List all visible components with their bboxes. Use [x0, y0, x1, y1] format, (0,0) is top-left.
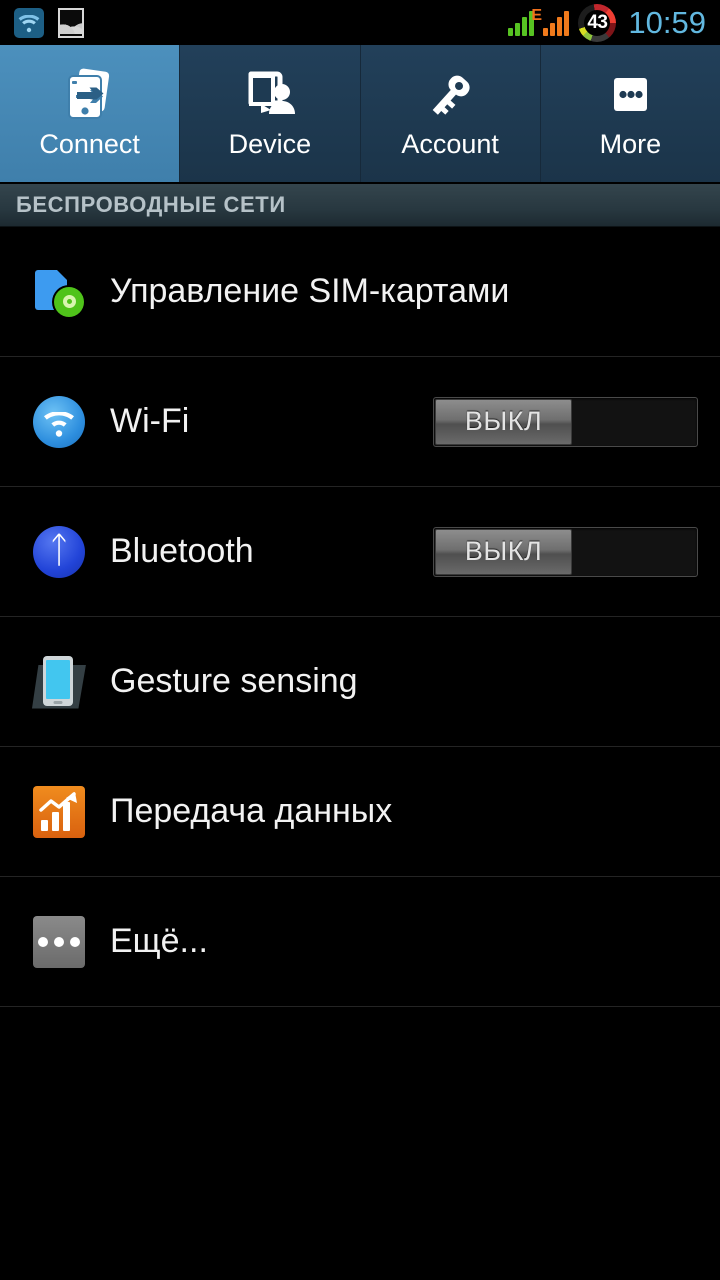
- battery-percent-label: 43: [587, 12, 608, 33]
- network-type-label: E: [531, 6, 543, 24]
- wifi-toggle-thumb[interactable]: ВЫКЛ: [435, 398, 572, 445]
- tab-label-connect: Connect: [39, 129, 140, 159]
- section-header-title: БЕСПРОВОДНЫЕ СЕТИ: [16, 192, 286, 217]
- key-icon: [421, 65, 479, 127]
- sim-management-icon: [33, 266, 85, 318]
- list-item-label: Bluetooth: [110, 531, 254, 570]
- wifi-toggle[interactable]: ВЫКЛ: [433, 396, 698, 447]
- signal-sim2-group: E: [531, 7, 570, 36]
- tab-account[interactable]: Account: [360, 45, 541, 182]
- status-bar-clock: 10:59: [628, 5, 706, 40]
- list-item-label: Gesture sensing: [110, 661, 358, 700]
- tab-label-more: More: [599, 129, 662, 159]
- settings-list: Управление SIM-картами Wi-Fi ВЫКЛ ᛏ Blue…: [0, 227, 720, 1007]
- list-item-wifi[interactable]: Wi-Fi ВЫКЛ: [0, 357, 720, 487]
- list-item-label: Wi-Fi: [110, 401, 190, 440]
- list-item-more[interactable]: Ещё...: [0, 877, 720, 1007]
- section-header-wireless: БЕСПРОВОДНЫЕ СЕТИ: [0, 184, 720, 227]
- bluetooth-toggle-label: ВЫКЛ: [464, 536, 543, 566]
- three-dots-square-icon: [601, 65, 659, 127]
- device-user-icon: [241, 65, 299, 127]
- status-bar-left-icons: [14, 7, 84, 38]
- status-bar: E 43 10:59: [0, 0, 720, 45]
- bluetooth-icon: ᛏ: [33, 525, 85, 578]
- tab-label-device: Device: [228, 129, 312, 159]
- gesture-sensing-icon: [31, 654, 87, 710]
- status-bar-right-icons: E 43 10:59: [508, 3, 706, 42]
- tab-more[interactable]: More: [540, 45, 720, 182]
- tab-bar: Connect Device Account More: [0, 45, 720, 184]
- list-item-label: Ещё...: [110, 921, 208, 960]
- connect-transfer-icon: [61, 65, 119, 127]
- wifi-status-icon: [14, 7, 44, 38]
- more-dots-icon: [33, 915, 85, 968]
- wifi-toggle-label: ВЫКЛ: [464, 406, 543, 436]
- list-item-label: Управление SIM-картами: [110, 271, 510, 310]
- bluetooth-toggle-thumb[interactable]: ВЫКЛ: [435, 528, 572, 575]
- battery-icon: 43: [578, 3, 617, 42]
- list-item-data-usage[interactable]: Передача данных: [0, 747, 720, 877]
- wifi-icon: [33, 395, 85, 448]
- signal-sim2-icon: [543, 10, 570, 36]
- list-item-sim-management[interactable]: Управление SIM-картами: [0, 227, 720, 357]
- list-item-bluetooth[interactable]: ᛏ Bluetooth ВЫКЛ: [0, 487, 720, 617]
- tab-device[interactable]: Device: [180, 45, 361, 182]
- tab-connect[interactable]: Connect: [0, 45, 181, 182]
- list-item-gesture-sensing[interactable]: Gesture sensing: [0, 617, 720, 747]
- data-usage-icon: [33, 785, 85, 838]
- bluetooth-toggle[interactable]: ВЫКЛ: [433, 526, 698, 577]
- screenshot-icon: [58, 7, 84, 38]
- tab-label-account: Account: [401, 129, 499, 159]
- list-item-label: Передача данных: [110, 791, 393, 830]
